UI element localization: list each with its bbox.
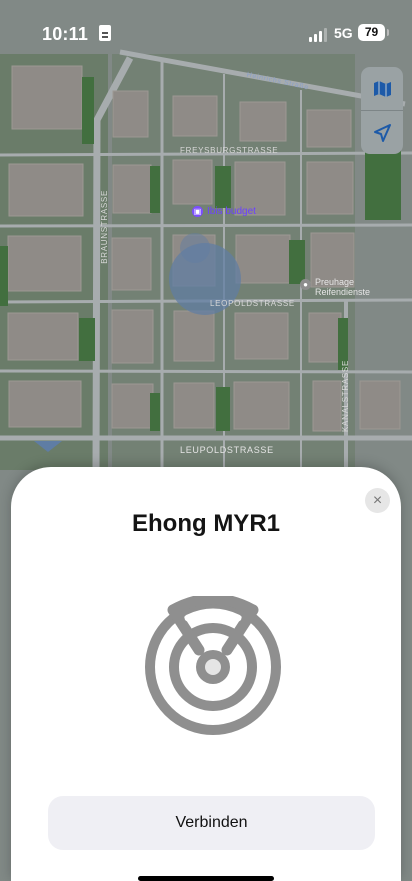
service-icon: ● <box>300 279 311 290</box>
current-location-button[interactable] <box>361 111 403 154</box>
battery-tip-icon <box>387 29 389 36</box>
close-icon: × <box>372 491 383 509</box>
street-label-bottom: LEUPOLDSTRASSE <box>180 445 274 455</box>
device-connect-sheet: Ehong MYR1 × Verbinden <box>11 467 401 881</box>
street-line <box>0 223 412 228</box>
battery-level: 79 <box>358 24 385 41</box>
street-label-upper: FREYSBURGSTRASSE <box>180 146 279 155</box>
connect-button[interactable]: Verbinden <box>48 796 375 850</box>
street-line <box>0 369 412 374</box>
map-icon <box>373 80 391 97</box>
poi-ibis-budget[interactable]: ▣ Ibis budget <box>192 206 256 217</box>
location-arrow-icon <box>374 123 391 142</box>
street-label-right: KANALSTRASSE <box>341 360 350 432</box>
signal-strength-icon <box>309 28 329 42</box>
poi-label: Ibis budget <box>207 206 256 217</box>
map-mode-button[interactable] <box>361 67 403 111</box>
close-button[interactable]: × <box>365 488 390 513</box>
status-time: 10:11 <box>42 24 89 44</box>
contact-card-icon <box>99 25 111 41</box>
iphone-screen: 10:11 5G 79 Heinrichs Straße FREYSBURGST… <box>0 0 412 881</box>
home-indicator <box>138 876 274 881</box>
status-bar: 10:11 5G 79 <box>0 0 412 72</box>
poi-label: Preuhage Reifendienste <box>315 277 371 297</box>
device-title: Ehong MYR1 <box>132 510 280 537</box>
street-label-left: BRAUNSTRASSE <box>100 190 109 264</box>
poi-preuhage-reifendienste[interactable]: ● Preuhage Reifendienste <box>300 277 391 297</box>
location-glow <box>180 233 210 263</box>
radar-icon <box>145 596 281 735</box>
street-label-middle: LEOPOLDSTRASSE <box>210 299 295 308</box>
hotel-icon: ▣ <box>192 206 203 217</box>
network-type: 5G <box>334 25 353 41</box>
